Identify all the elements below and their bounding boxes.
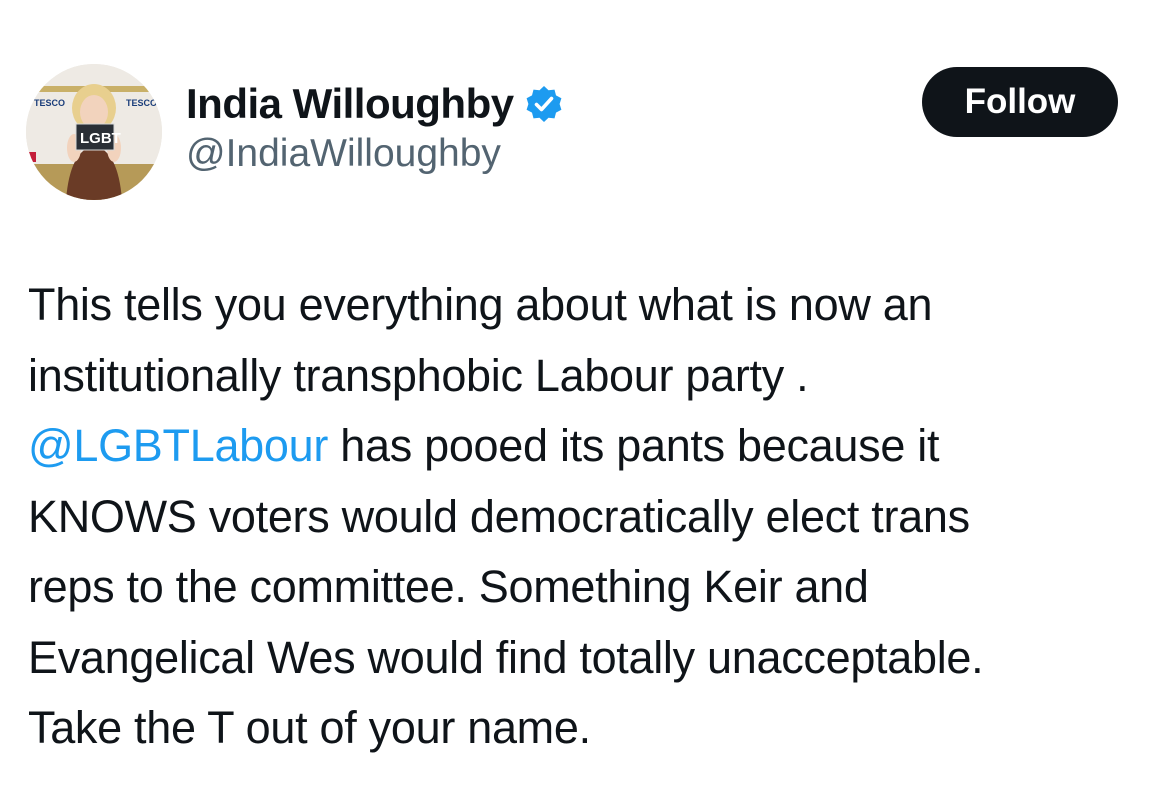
verified-badge-icon (524, 84, 564, 124)
tweet-line: Evangelical Wes would find totally unacc… (28, 631, 984, 683)
svg-text:TESCO: TESCO (34, 98, 65, 108)
svg-text:TESCO: TESCO (126, 98, 157, 108)
tweet-text: This tells you everything about what is … (28, 270, 1153, 764)
follow-button[interactable]: Follow (922, 67, 1118, 137)
tweet-line: institutionally transphobic Labour party… (28, 349, 809, 401)
tweet-line: This tells you everything about what is … (28, 279, 933, 330)
mention-link[interactable]: @LGBTLabour (28, 420, 328, 471)
tweet-line: KNOWS voters would democratically elect … (28, 490, 970, 542)
tweet-line: reps to the committee. Something Keir an… (28, 561, 869, 612)
tweet-line: Take the T out of your name. (28, 702, 591, 753)
avatar[interactable]: TESCO TESCO LGBT (26, 64, 162, 200)
author-name-row: India Willoughby (186, 76, 564, 132)
display-name[interactable]: India Willoughby (186, 80, 514, 128)
tweet-card: TESCO TESCO LGBT India Willoughby @India (0, 0, 1170, 792)
tweet-line: @LGBTLabour has pooed its pants because … (28, 411, 1153, 482)
profile-photo-icon: TESCO TESCO LGBT (26, 64, 162, 200)
tweet-line-text: has pooed its pants because it (328, 420, 940, 471)
svg-text:LGBT: LGBT (80, 130, 121, 147)
author-handle[interactable]: @IndiaWilloughby (186, 132, 501, 176)
